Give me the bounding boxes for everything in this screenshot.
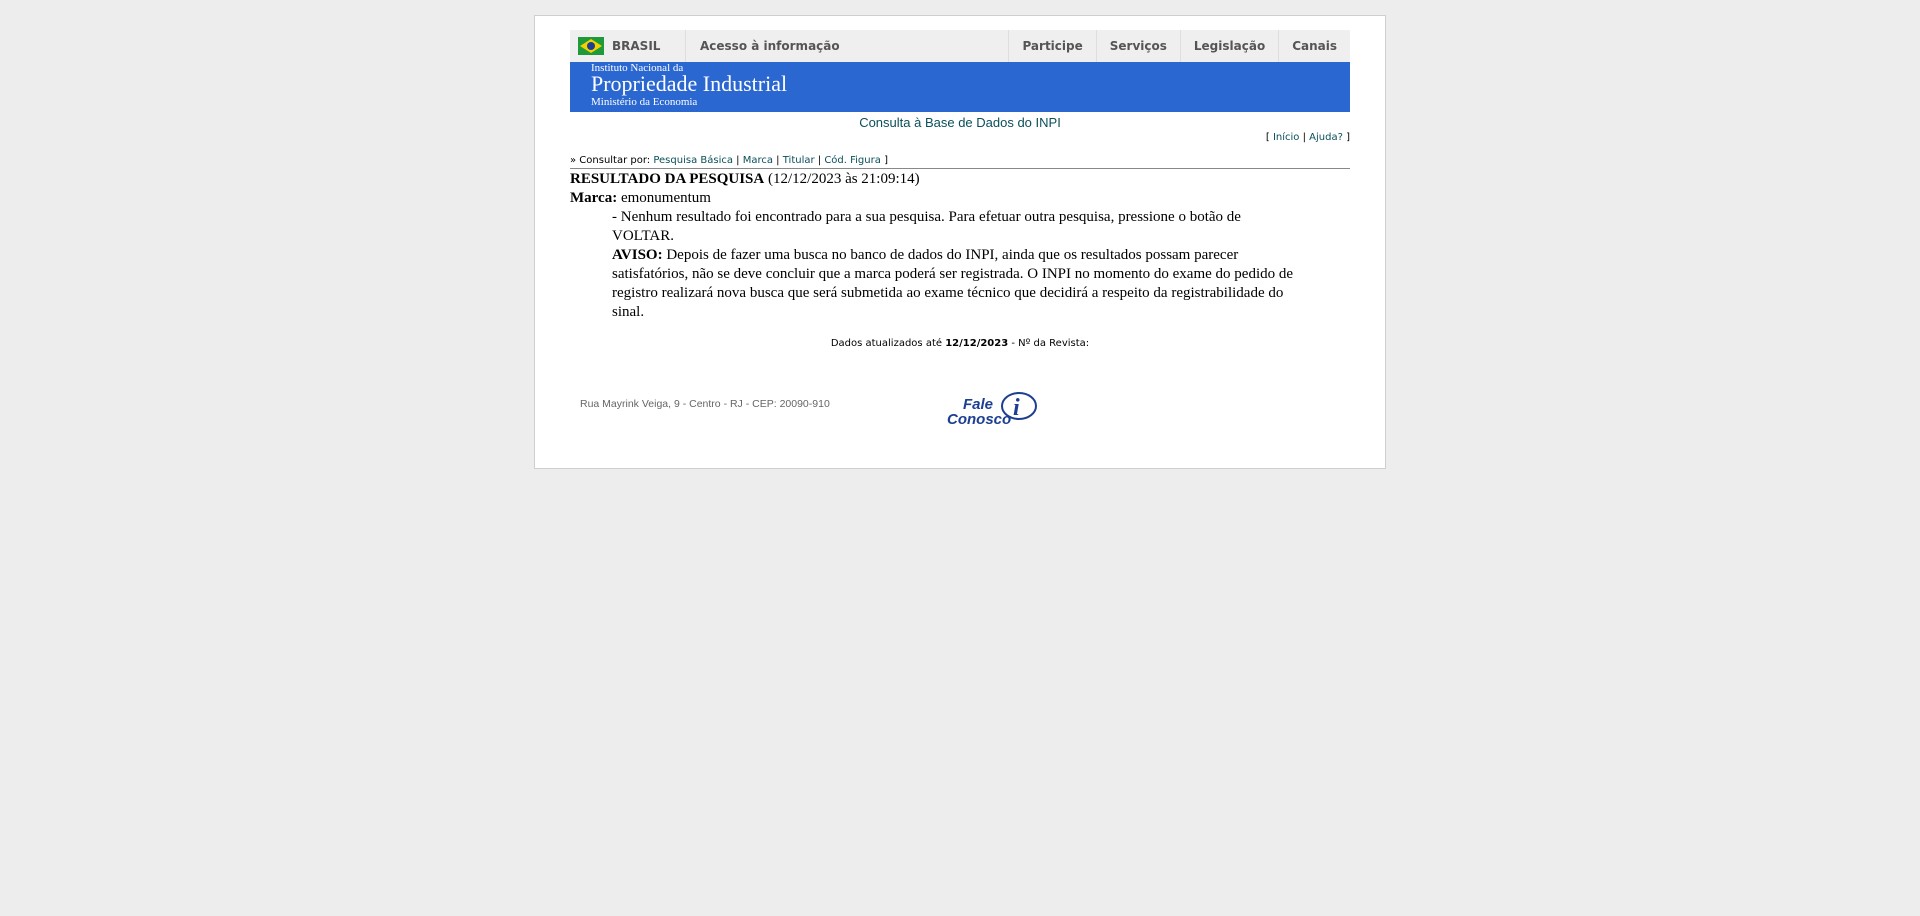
info-i-icon: i: [1013, 395, 1020, 421]
marca-value: emonumentum: [620, 190, 711, 206]
result-timestamp: (12/12/2023 às 21:09:14): [767, 171, 920, 187]
brazil-flag-icon: [578, 37, 604, 55]
dados-revista: - Nº da Revista:: [1011, 338, 1090, 349]
dados-prefix: Dados atualizados até: [830, 338, 943, 349]
titular-link[interactable]: Titular: [783, 155, 815, 166]
conosco-text: Conosco: [947, 411, 1011, 428]
cod-figura-link[interactable]: Cód. Figura: [824, 155, 881, 166]
fale-conosco-logo[interactable]: Fale Conosco i: [945, 389, 1045, 429]
pesquisa-basica-link[interactable]: Pesquisa Básica: [653, 155, 733, 166]
footer: Rua Mayrink Veiga, 9 - Centro - RJ - CEP…: [570, 389, 1350, 449]
consultar-close: ]: [884, 155, 888, 166]
gov-bar: BRASIL Acesso à informação Participe Ser…: [570, 30, 1350, 62]
dados-atualizados: Dados atualizados até 12/12/2023 - Nº da…: [570, 338, 1350, 349]
marca-row: Marca: emonumentum: [570, 189, 1350, 208]
aviso-block: AVISO: Depois de fazer uma busca no banc…: [612, 246, 1302, 322]
nav-servicos[interactable]: Serviços: [1095, 30, 1180, 62]
consultar-label: » Consultar por:: [570, 155, 651, 166]
nav-legislacao[interactable]: Legislação: [1179, 30, 1278, 62]
consultar-por-bar: » Consultar por: Pesquisa Básica | Marca…: [570, 155, 1350, 169]
gov-brasil-link[interactable]: BRASIL: [570, 30, 686, 62]
nav-participe[interactable]: Participe: [1008, 30, 1095, 62]
acesso-informacao-link[interactable]: Acesso à informação: [700, 39, 840, 53]
nav-canais[interactable]: Canais: [1278, 30, 1350, 62]
aviso-label: AVISO:: [612, 247, 663, 263]
dados-date: 12/12/2023: [945, 338, 1009, 349]
result-heading: RESULTADO DA PESQUISA (12/12/2023 às 21:…: [570, 170, 1350, 189]
banner-title: Propriedade Industrial: [591, 71, 788, 96]
banner-line-3: Ministério da Economia: [591, 96, 698, 108]
no-result-message: - Nenhum resultado foi encontrado para a…: [612, 209, 1241, 244]
content-area: BRASIL Acesso à informação Participe Ser…: [570, 30, 1350, 449]
bracket-close: ]: [1346, 132, 1350, 143]
link-separator: |: [1302, 132, 1306, 143]
result-section: RESULTADO DA PESQUISA (12/12/2023 às 21:…: [570, 170, 1350, 322]
marca-label: Marca:: [570, 190, 618, 206]
inicio-link[interactable]: Início: [1273, 132, 1299, 143]
gov-brasil-label: BRASIL: [612, 39, 661, 53]
bracket-open: [: [1265, 132, 1270, 143]
aviso-text: Depois de fazer uma busca no banco de da…: [612, 247, 1294, 320]
gov-nav: Participe Serviços Legislação Canais: [1008, 30, 1350, 62]
result-title: RESULTADO DA PESQUISA: [570, 171, 765, 187]
marca-link[interactable]: Marca: [743, 155, 773, 166]
consulta-title: Consulta à Base de Dados do INPI: [859, 115, 1061, 130]
ajuda-link[interactable]: Ajuda?: [1309, 132, 1343, 143]
top-links: [ Início | Ajuda? ]: [570, 132, 1350, 146]
footer-address: Rua Mayrink Veiga, 9 - Centro - RJ - CEP…: [580, 398, 830, 410]
page-frame: BRASIL Acesso à informação Participe Ser…: [534, 15, 1386, 469]
inpi-banner: Instituto Nacional da Propriedade Indust…: [570, 62, 1350, 112]
